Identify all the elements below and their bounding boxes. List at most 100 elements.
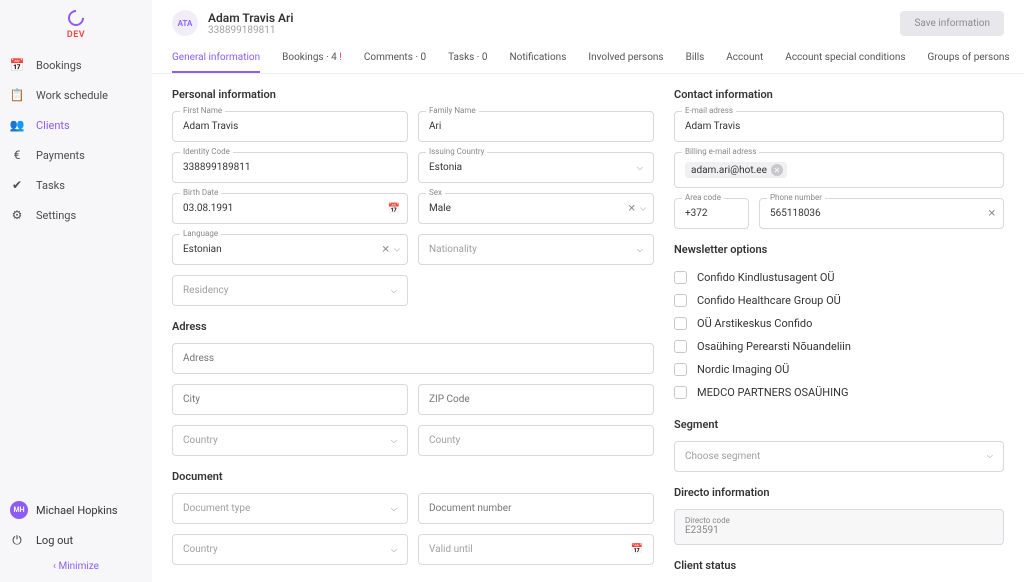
sidebar-item-settings[interactable]: ⚙ Settings xyxy=(0,200,152,230)
section-document: Document xyxy=(172,470,654,483)
remove-chip-icon[interactable]: ✕ xyxy=(771,164,783,176)
newsletter-option[interactable]: Nordic Imaging OÜ xyxy=(674,358,1004,381)
issuing-country-field[interactable]: Issuing Country Estonia⌵ xyxy=(418,152,654,183)
dev-badge: DEV xyxy=(0,30,152,40)
newsletter-option[interactable]: OÜ Arstikeskus Confido xyxy=(674,312,1004,335)
sidebar-item-work-schedule[interactable]: 📋 Work schedule xyxy=(0,80,152,110)
tab-notifications[interactable]: Notifications xyxy=(510,44,567,73)
area-code-input[interactable] xyxy=(674,198,749,229)
minimize-button[interactable]: ‹ Minimize xyxy=(10,555,142,578)
family-name-field[interactable]: Family Name xyxy=(418,111,654,142)
client-name: Adam Travis Ari xyxy=(208,11,294,25)
city-field[interactable] xyxy=(172,384,408,415)
billing-email-field[interactable]: Billing e-mail adress adam.ari@hot.ee ✕ xyxy=(674,152,1004,188)
newsletter-option[interactable]: Confido Kindlustusagent OÜ xyxy=(674,266,1004,289)
clear-icon[interactable]: ✕ xyxy=(628,203,636,214)
app-logo xyxy=(65,7,88,30)
tab-general[interactable]: General information xyxy=(172,44,260,73)
phone-field[interactable]: Phone number ✕ xyxy=(759,198,1004,229)
first-name-field[interactable]: First Name xyxy=(172,111,408,142)
tab-tasks[interactable]: Tasks · 0 xyxy=(448,44,487,73)
zip-field[interactable] xyxy=(418,384,654,415)
newsletter-option[interactable]: Osaühing Perearsti Nõuandeliin xyxy=(674,335,1004,358)
doc-number-field[interactable] xyxy=(418,493,654,524)
user-name: Michael Hopkins xyxy=(36,504,118,517)
chevron-down-icon: ⌵ xyxy=(391,436,397,446)
area-code-field[interactable]: Area code xyxy=(674,198,749,229)
email-input[interactable] xyxy=(674,111,1004,142)
checkbox[interactable] xyxy=(674,294,687,307)
address-field[interactable] xyxy=(172,343,654,374)
sidebar-item-clients[interactable]: 👥 Clients xyxy=(0,110,152,140)
clients-icon: 👥 xyxy=(10,118,24,132)
email-field[interactable]: E-mail adress xyxy=(674,111,1004,142)
logout-button[interactable]: ⏻ Log out xyxy=(10,525,142,555)
birth-date-field[interactable]: Birth Date 📅 xyxy=(172,193,408,224)
valid-until-field[interactable]: Valid until📅 xyxy=(418,534,654,565)
sidebar-item-payments[interactable]: € Payments xyxy=(0,140,152,170)
checkbox[interactable] xyxy=(674,317,687,330)
power-icon: ⏻ xyxy=(10,533,24,547)
section-client-status: Client status xyxy=(674,559,1004,572)
euro-icon: € xyxy=(10,148,24,162)
save-button[interactable]: Save information xyxy=(900,11,1004,36)
segment-select[interactable]: Choose segment ⌵ xyxy=(674,441,1004,472)
sex-field[interactable]: Sex Male✕ ⌵ xyxy=(418,193,654,224)
checkbox[interactable] xyxy=(674,363,687,376)
chevron-down-icon: ⌵ xyxy=(391,286,397,296)
tab-involved[interactable]: Involved persons xyxy=(588,44,663,73)
sidebar-item-label: Work schedule xyxy=(36,89,108,102)
county-field[interactable]: County xyxy=(418,425,654,456)
phone-input[interactable] xyxy=(759,198,1004,229)
identity-field[interactable]: Identity Code xyxy=(172,152,408,183)
sidebar-item-bookings[interactable]: 📅 Bookings xyxy=(0,50,152,80)
newsletter-option[interactable]: MEDCO PARTNERS OSAÜHING xyxy=(674,381,1004,404)
city-input[interactable] xyxy=(172,384,408,415)
calendar-icon[interactable]: 📅 xyxy=(631,544,643,555)
doc-country-field[interactable]: Country⌵ xyxy=(172,534,408,565)
tabs: General information Bookings · 4 ! Comme… xyxy=(152,44,1024,74)
address-country-field[interactable]: Country⌵ xyxy=(172,425,408,456)
checkbox[interactable] xyxy=(674,271,687,284)
tab-groups[interactable]: Groups of persons xyxy=(928,44,1010,73)
checkbox[interactable] xyxy=(674,386,687,399)
identity-input[interactable] xyxy=(172,152,408,183)
nationality-field[interactable]: Nationality⌵ xyxy=(418,234,654,265)
address-input[interactable] xyxy=(172,343,654,374)
family-name-input[interactable] xyxy=(418,111,654,142)
nav: 📅 Bookings 📋 Work schedule 👥 Clients € P… xyxy=(0,44,152,487)
doc-type-field[interactable]: Document type⌵ xyxy=(172,493,408,524)
calendar-icon: 📅 xyxy=(10,58,24,72)
tab-account[interactable]: Account xyxy=(726,44,763,73)
check-icon: ✔ xyxy=(10,178,24,192)
residency-field[interactable]: Residency⌵ xyxy=(172,275,408,306)
client-avatar: ATA xyxy=(172,10,198,36)
calendar-icon[interactable]: 📅 xyxy=(388,203,400,214)
sidebar-item-tasks[interactable]: ✔ Tasks xyxy=(0,170,152,200)
clear-icon[interactable]: ✕ xyxy=(382,244,390,255)
avatar: MH xyxy=(10,501,28,519)
first-name-input[interactable] xyxy=(172,111,408,142)
clear-icon[interactable]: ✕ xyxy=(988,208,996,219)
birth-input[interactable] xyxy=(172,193,408,224)
checkbox[interactable] xyxy=(674,340,687,353)
doc-number-input[interactable] xyxy=(418,493,654,524)
newsletter-option[interactable]: Confido Healthcare Group OÜ xyxy=(674,289,1004,312)
content: Personal information First Name Family N… xyxy=(152,74,1024,582)
current-user[interactable]: MH Michael Hopkins xyxy=(10,495,142,525)
left-column: Personal information First Name Family N… xyxy=(172,88,654,568)
tab-comments[interactable]: Comments · 0 xyxy=(364,44,426,73)
tab-special[interactable]: Account special conditions xyxy=(785,44,905,73)
section-newsletter: Newsletter options xyxy=(674,243,1004,256)
zip-input[interactable] xyxy=(418,384,654,415)
chevron-down-icon: ⌵ xyxy=(637,163,643,173)
chevron-down-icon: ⌵ xyxy=(391,504,397,514)
logo-area: DEV xyxy=(0,0,152,44)
warn-icon: ! xyxy=(339,52,342,63)
chevron-down-icon: ⌵ xyxy=(391,545,397,555)
tab-bills[interactable]: Bills xyxy=(686,44,705,73)
language-field[interactable]: Language Estonian✕ ⌵ xyxy=(172,234,408,265)
gear-icon: ⚙ xyxy=(10,208,24,222)
logout-label: Log out xyxy=(36,534,73,547)
tab-bookings[interactable]: Bookings · 4 ! xyxy=(282,44,342,73)
